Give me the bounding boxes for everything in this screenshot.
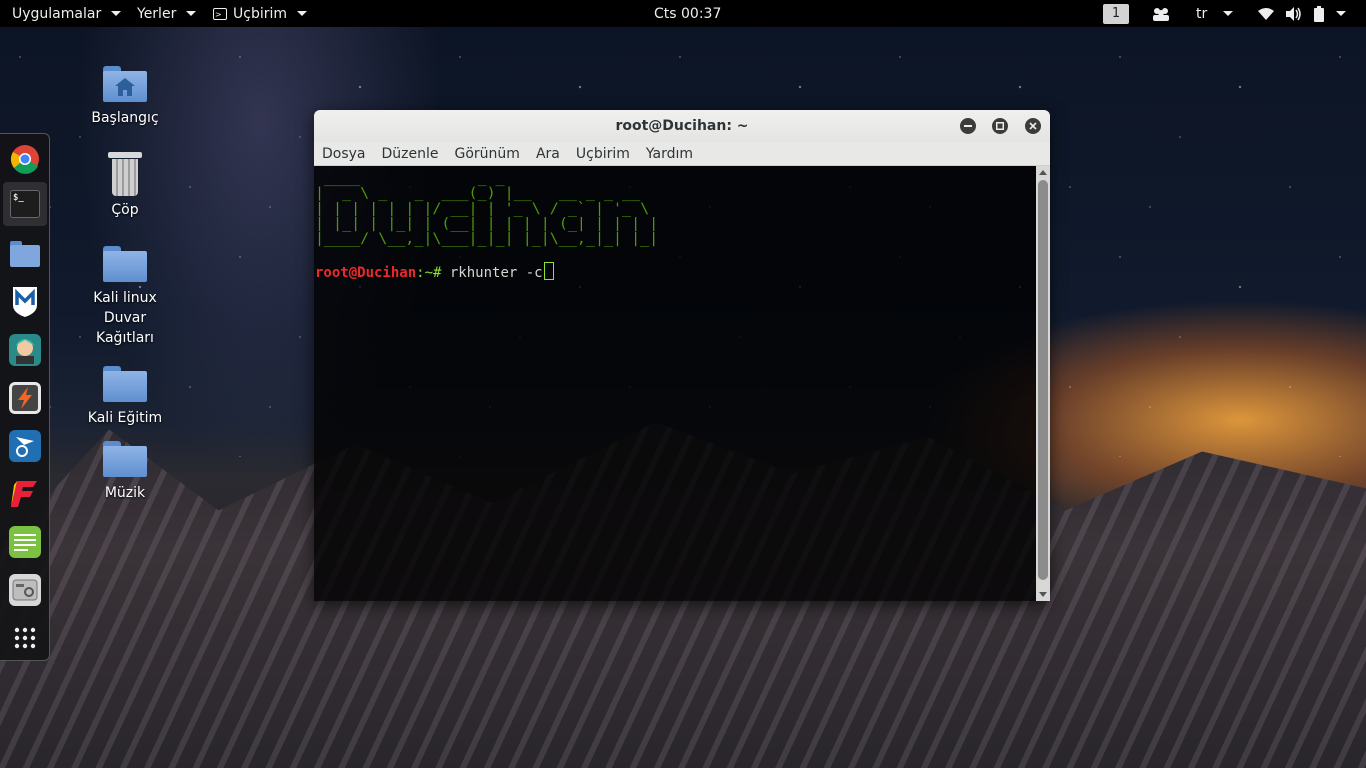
terminal-icon: >: [213, 7, 227, 20]
menu-view[interactable]: Görünüm: [447, 146, 528, 162]
menu-edit[interactable]: Düzenle: [374, 146, 447, 162]
chevron-down-icon: [297, 11, 308, 16]
chevron-down-icon: [1336, 11, 1346, 16]
text-cursor: [543, 262, 554, 280]
maltego-icon[interactable]: [9, 430, 41, 462]
chevron-down-icon: [1223, 11, 1234, 16]
workspace-indicator[interactable]: 1: [1103, 0, 1129, 27]
active-app-label: Uçbirim: [233, 5, 288, 22]
menu-terminal[interactable]: Uçbirim: [568, 146, 638, 162]
armitage-icon[interactable]: [9, 334, 41, 366]
keyboard-layout-menu[interactable]: tr: [1196, 0, 1234, 27]
prompt-user: root@Ducihan: [315, 265, 417, 281]
command-text: rkhunter -c: [449, 265, 543, 281]
prompt-line: root@Ducihan:~# rkhunter -c: [315, 262, 1036, 281]
desktop-icon-home[interactable]: Başlangıç: [75, 66, 175, 128]
keyboard-layout-label: tr: [1196, 5, 1208, 22]
scroll-up-icon[interactable]: [1039, 170, 1047, 175]
folder-icon: [103, 246, 147, 282]
terminal-menubar: Dosya Düzenle Görünüm Ara Uçbirim Yardım: [314, 142, 1050, 166]
prompt-separator: :~#: [416, 265, 450, 281]
active-app-menu[interactable]: > Uçbirim: [213, 0, 308, 27]
burpsuite-icon[interactable]: [9, 382, 41, 414]
applications-menu-label: Uygulamalar: [12, 5, 102, 22]
terminal-scrollbar[interactable]: [1036, 166, 1050, 601]
people-icon: [1153, 7, 1169, 21]
menu-help[interactable]: Yardım: [638, 146, 701, 162]
applications-menu[interactable]: Uygulamalar: [12, 0, 122, 27]
terminal-output[interactable]: ____ _ _ | _ \ _ _ ___(_) |__ __ _ _ __ …: [314, 166, 1036, 601]
places-menu-label: Yerler: [137, 5, 177, 22]
clock[interactable]: Cts 00:37: [654, 0, 721, 27]
close-button[interactable]: [1025, 118, 1041, 134]
window-title: root@Ducihan: ~: [615, 118, 749, 134]
folder-icon: [103, 441, 147, 477]
desktop-icon-label: Kali linux Duvar Kağıtları: [93, 290, 157, 346]
faraday-icon[interactable]: [9, 478, 41, 510]
trash-icon: [108, 152, 142, 196]
home-folder-icon: [103, 66, 147, 102]
files-icon[interactable]: [9, 238, 41, 270]
window-titlebar[interactable]: root@Ducihan: ~: [314, 110, 1050, 142]
terminal-icon[interactable]: $_: [3, 182, 47, 226]
system-status-menu[interactable]: [1258, 0, 1346, 27]
maximize-button[interactable]: [992, 118, 1008, 134]
desktop-icon-label: Müzik: [104, 485, 146, 501]
clock-label: Cts 00:37: [654, 5, 722, 22]
chrome-icon[interactable]: [9, 143, 41, 175]
ascii-banner: ____ _ _ | _ \ _ _ ___(_) |__ __ _ _ __ …: [315, 169, 659, 247]
scroll-thumb[interactable]: [1038, 180, 1048, 580]
folder-icon: [103, 366, 147, 402]
places-menu[interactable]: Yerler: [137, 0, 197, 27]
dock: $_: [0, 133, 50, 661]
minimize-button[interactable]: [960, 118, 976, 134]
wifi-icon: [1258, 7, 1274, 20]
desktop-icon-kali-egitim[interactable]: Kali Eğitim: [75, 366, 175, 428]
terminal-window[interactable]: root@Ducihan: ~ Dosya Düzenle Görünüm Ar…: [314, 110, 1050, 601]
desktop-icon-label: Başlangıç: [91, 110, 159, 126]
menu-file[interactable]: Dosya: [314, 146, 374, 162]
desktop-icon-trash[interactable]: Çöp: [75, 152, 175, 220]
desktop-icon-label: Kali Eğitim: [87, 410, 163, 426]
leafpad-icon[interactable]: [9, 526, 41, 558]
desktop-icon-label: Çöp: [111, 202, 139, 218]
chevron-down-icon: [111, 11, 122, 16]
top-bar: Uygulamalar Yerler > Uçbirim Cts 00:37 1…: [0, 0, 1366, 27]
desktop-icon-wallpapers[interactable]: Kali linux Duvar Kağıtları: [75, 246, 175, 348]
scroll-down-icon[interactable]: [1039, 592, 1047, 597]
close-icon: [1029, 122, 1037, 130]
workspace-badge: 1: [1103, 3, 1129, 24]
accessibility-menu[interactable]: [1152, 0, 1170, 27]
metasploit-icon[interactable]: [9, 286, 41, 318]
volume-icon: [1286, 6, 1301, 21]
minimize-icon: [964, 125, 972, 127]
show-apps-icon[interactable]: [9, 622, 41, 654]
battery-icon: [1314, 5, 1324, 22]
menu-search[interactable]: Ara: [528, 146, 568, 162]
desktop-icon-muzik[interactable]: Müzik: [75, 441, 175, 503]
maximize-icon: [996, 122, 1004, 130]
cutycapt-icon[interactable]: [9, 574, 41, 606]
chevron-down-icon: [186, 11, 197, 16]
